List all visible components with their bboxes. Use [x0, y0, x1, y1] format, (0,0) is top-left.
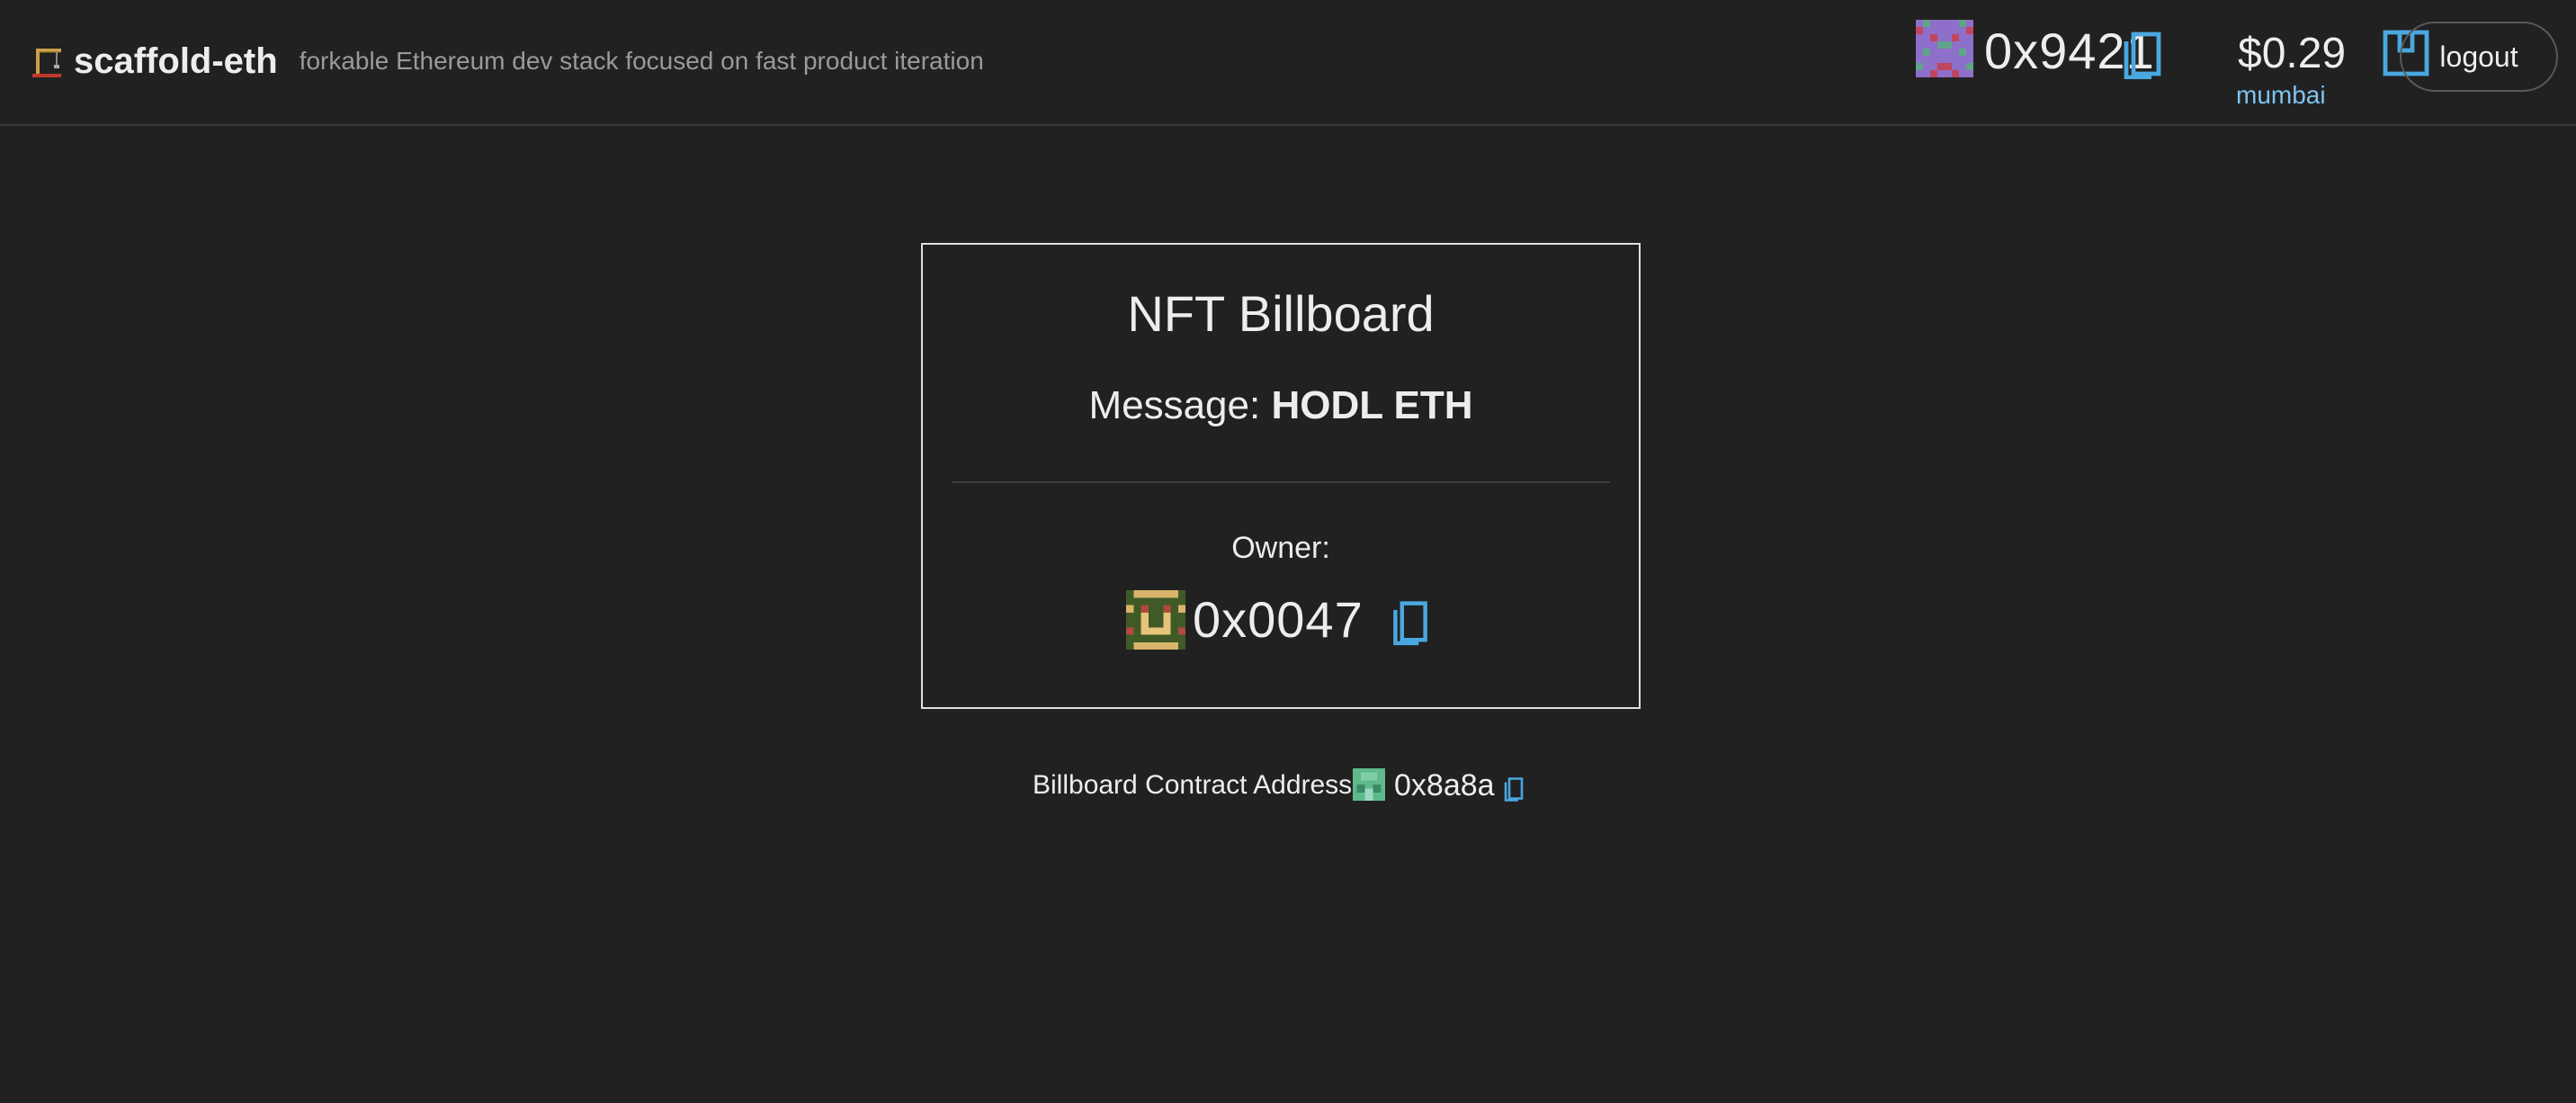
- app-header: scaffold-eth forkable Ethereum dev stack…: [0, 0, 2576, 126]
- brand[interactable]: scaffold-eth forkable Ethereum dev stack…: [29, 36, 984, 86]
- message-label: Message:: [1088, 383, 1261, 427]
- billboard-card: NFT Billboard Message: HODL ETH Owner: 0…: [921, 243, 1641, 709]
- network-name: mumbai: [2236, 81, 2326, 109]
- owner-address-row: 0x0047: [923, 588, 1639, 660]
- contract-address[interactable]: 0x8a8a: [1394, 768, 1495, 803]
- owner-avatar: [1126, 590, 1185, 650]
- account-balance[interactable]: $0.29: [2238, 29, 2346, 78]
- app-title: scaffold-eth: [74, 40, 278, 81]
- contract-copy-icon[interactable]: [1502, 774, 1525, 803]
- account-avatar: [1916, 20, 1973, 77]
- billboard-message: Message: HODL ETH: [923, 383, 1639, 428]
- contract-address-label: Billboard Contract Address:: [1033, 770, 1360, 800]
- message-value: HODL ETH: [1271, 383, 1473, 427]
- contract-avatar: [1353, 768, 1385, 801]
- account-area: 0x9421 $0.29 mumbai logout: [1767, 0, 2576, 126]
- card-divider: [952, 481, 1610, 483]
- logout-button[interactable]: logout: [2400, 22, 2558, 92]
- owner-address[interactable]: 0x0047: [1193, 590, 1364, 649]
- contract-address-row: Billboard Contract Address: 0x8a8a: [1033, 767, 1536, 810]
- crane-icon: [32, 49, 61, 77]
- owner-copy-icon[interactable]: [1389, 596, 1432, 646]
- owner-label: Owner:: [1231, 531, 1330, 565]
- billboard-title: NFT Billboard: [1127, 285, 1435, 342]
- app-subtitle: forkable Ethereum dev stack focused on f…: [299, 47, 984, 75]
- copy-icon[interactable]: [2119, 27, 2166, 79]
